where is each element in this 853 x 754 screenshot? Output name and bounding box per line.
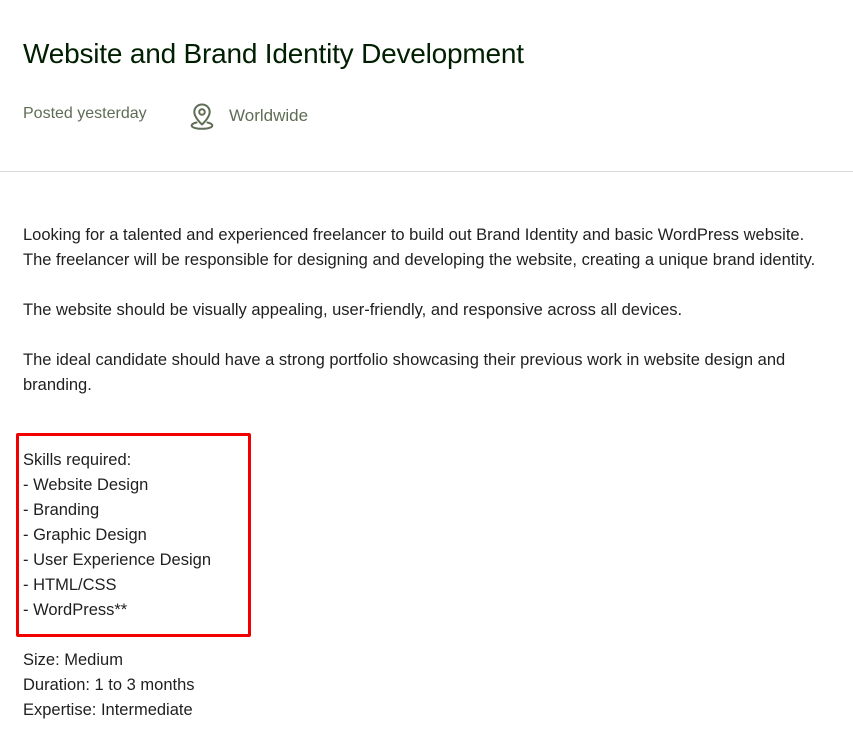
- location-label: Worldwide: [229, 106, 309, 125]
- map-pin-icon: [190, 103, 214, 130]
- job-duration: Duration: 1 to 3 months: [23, 676, 195, 694]
- job-details: Size: Medium Duration: 1 to 3 months Exp…: [23, 648, 195, 723]
- job-detail-page: Website and Brand Identity Development P…: [0, 0, 853, 754]
- job-size: Size: Medium: [23, 651, 123, 669]
- description-paragraph: The ideal candidate should have a strong…: [23, 351, 786, 394]
- description-paragraph: The website should be visually appealing…: [23, 301, 683, 319]
- job-title: Website and Brand Identity Development: [23, 38, 524, 69]
- skill-item: - Graphic Design: [23, 526, 147, 544]
- description-paragraph: Looking for a talented and experienced f…: [23, 226, 816, 269]
- job-expertise: Expertise: Intermediate: [23, 701, 193, 719]
- skill-item: - Branding: [23, 501, 100, 519]
- posted-date: Posted yesterday: [23, 105, 147, 122]
- skill-item: - Website Design: [23, 476, 149, 494]
- job-description: Looking for a talented and experienced f…: [23, 223, 823, 398]
- job-location: Worldwide: [189, 102, 308, 130]
- skill-item: - HTML/CSS: [23, 576, 117, 594]
- skill-item: - WordPress**: [23, 601, 128, 619]
- skills-heading: Skills required:: [23, 451, 132, 469]
- job-header: Website and Brand Identity Development P…: [0, 0, 853, 172]
- skill-item: - User Experience Design: [23, 551, 211, 569]
- skills-required-list: Skills required: - Website Design - Bran…: [23, 448, 211, 623]
